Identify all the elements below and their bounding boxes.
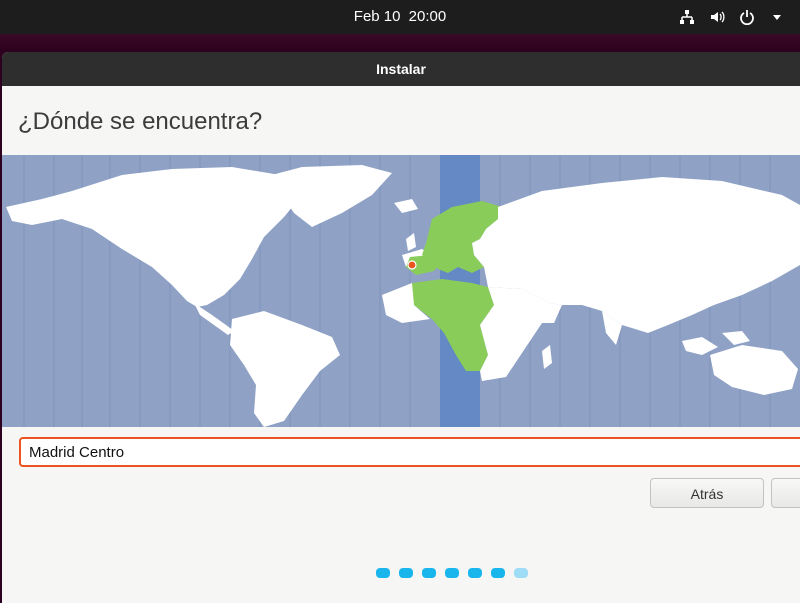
progress-dot [491, 568, 505, 578]
window-title: Instalar [2, 52, 800, 86]
progress-dot [514, 568, 528, 578]
progress-dot [376, 568, 390, 578]
clock-date: Feb 10 [353, 8, 401, 25]
back-button[interactable]: Atrás [650, 478, 764, 508]
top-panel: Feb 10 20:00 [0, 0, 800, 34]
progress-dot [422, 568, 436, 578]
clock-time: 20:00 [408, 8, 447, 25]
page-heading: ¿Dónde se encuentra? [18, 108, 263, 135]
power-icon[interactable] [738, 8, 756, 26]
location-marker [407, 260, 417, 270]
installer-window: Instalar ¿Dónde se encuentra? Madrid Cen… [2, 52, 800, 603]
continue-button[interactable]: C [771, 478, 800, 508]
progress-dot [468, 568, 482, 578]
chevron-down-icon[interactable] [768, 8, 786, 26]
progress-dot [399, 568, 413, 578]
desktop-background [0, 34, 800, 52]
system-tray[interactable] [678, 8, 786, 26]
timezone-map[interactable] [2, 155, 800, 427]
progress-dot [445, 568, 459, 578]
progress-dots [376, 568, 528, 578]
location-input[interactable] [19, 437, 800, 467]
network-icon[interactable] [678, 8, 696, 26]
volume-icon[interactable] [708, 8, 726, 26]
